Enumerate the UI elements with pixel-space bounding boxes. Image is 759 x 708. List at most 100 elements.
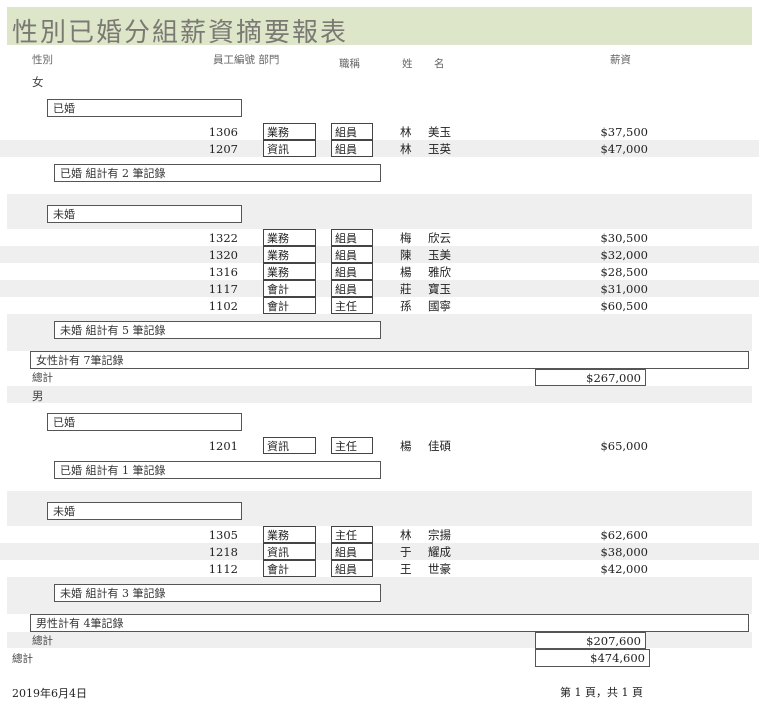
last-name: 林 xyxy=(400,124,412,139)
header-job: 職稱 xyxy=(339,58,360,70)
first-name: 欣云 xyxy=(428,230,451,245)
employee-id: 1102 xyxy=(208,298,238,313)
header-first-name: 名 xyxy=(434,58,445,70)
first-name: 玉美 xyxy=(428,247,451,262)
department: 資訊 xyxy=(263,140,316,157)
job-title: 組員 xyxy=(331,280,373,297)
job-title: 組員 xyxy=(331,560,373,577)
gender-label: 男 xyxy=(32,389,44,403)
gender-summary: 男性計有 4筆記錄 xyxy=(30,614,749,632)
department: 業務 xyxy=(263,123,316,140)
table-row: 1112 會計 組員 王 世豪 $42,000 xyxy=(0,560,759,577)
header-gender: 性別 xyxy=(32,54,53,66)
first-name: 佳碩 xyxy=(428,438,451,453)
salary: $65,000 xyxy=(600,438,648,453)
first-name: 玉英 xyxy=(428,141,451,156)
last-name: 王 xyxy=(400,561,412,576)
job-title: 主任 xyxy=(331,437,373,454)
last-name: 林 xyxy=(400,527,412,542)
employee-id: 1316 xyxy=(208,264,238,279)
table-row: 1305 業務 主任 林 宗揚 $62,600 xyxy=(0,526,759,543)
salary: $62,600 xyxy=(600,527,648,542)
first-name: 耀成 xyxy=(428,544,451,559)
job-title: 組員 xyxy=(331,263,373,280)
table-row: 1320 業務 組員 陳 玉美 $32,000 xyxy=(0,246,759,263)
salary: $47,000 xyxy=(600,141,648,156)
department: 會計 xyxy=(263,560,316,577)
department: 業務 xyxy=(263,246,316,263)
salary: $60,500 xyxy=(600,298,648,313)
first-name: 寶玉 xyxy=(428,281,451,296)
group-summary: 已婚 組計有 1 筆記錄 xyxy=(54,461,381,479)
last-name: 林 xyxy=(400,141,412,156)
table-row: 1306 業務 組員 林 美玉 $37,500 xyxy=(0,123,759,140)
table-row: 1207 資訊 組員 林 玉英 $47,000 xyxy=(0,140,759,157)
report-title: 性別已婚分組薪資摘要報表 xyxy=(12,18,349,48)
employee-id: 1305 xyxy=(208,527,238,542)
salary: $28,500 xyxy=(600,264,648,279)
table-row: 1322 業務 組員 梅 欣云 $30,500 xyxy=(0,229,759,246)
employee-id: 1320 xyxy=(208,247,238,262)
salary: $38,000 xyxy=(600,544,648,559)
gender-summary: 女性計有 7筆記錄 xyxy=(30,351,749,369)
department: 資訊 xyxy=(263,437,316,454)
department: 資訊 xyxy=(263,543,316,560)
department: 業務 xyxy=(263,263,316,280)
header-last-name: 姓 xyxy=(402,58,413,70)
last-name: 莊 xyxy=(400,281,412,296)
subtotal-value: $207,600 xyxy=(535,632,646,649)
table-row: 1316 業務 組員 楊 雅欣 $28,500 xyxy=(0,263,759,280)
job-title: 主任 xyxy=(331,297,373,314)
first-name: 國寧 xyxy=(428,298,451,313)
table-row: 1102 會計 主任 孫 國寧 $60,500 xyxy=(0,297,759,314)
salary: $32,000 xyxy=(600,247,648,262)
unmarried-group-header: 未婚 xyxy=(47,502,242,520)
table-row: 1117 會計 組員 莊 寶玉 $31,000 xyxy=(0,280,759,297)
last-name: 楊 xyxy=(400,264,412,279)
unmarried-group-header: 未婚 xyxy=(47,205,242,223)
job-title: 組員 xyxy=(331,246,373,263)
first-name: 宗揚 xyxy=(428,527,451,542)
department: 業務 xyxy=(263,526,316,543)
header-emp-dept: 員工編號 部門 xyxy=(213,54,280,66)
salary: $37,500 xyxy=(600,124,648,139)
department: 會計 xyxy=(263,297,316,314)
salary: $30,500 xyxy=(600,230,648,245)
first-name: 雅欣 xyxy=(428,264,451,279)
group-summary: 未婚 組計有 5 筆記錄 xyxy=(54,321,381,339)
header-salary: 薪資 xyxy=(610,54,631,66)
report-date: 2019年6月4日 xyxy=(12,687,87,700)
table-row: 1218 資訊 組員 于 耀成 $38,000 xyxy=(0,543,759,560)
last-name: 楊 xyxy=(400,438,412,453)
employee-id: 1322 xyxy=(208,230,238,245)
department: 會計 xyxy=(263,280,316,297)
last-name: 孫 xyxy=(400,298,412,313)
subtotal-label: 總計 xyxy=(32,372,53,384)
last-name: 于 xyxy=(400,544,412,559)
department: 業務 xyxy=(263,229,316,246)
job-title: 主任 xyxy=(331,526,373,543)
first-name: 世豪 xyxy=(428,561,451,576)
employee-id: 1207 xyxy=(208,141,238,156)
employee-id: 1306 xyxy=(208,124,238,139)
job-title: 組員 xyxy=(331,140,373,157)
job-title: 組員 xyxy=(331,123,373,140)
last-name: 陳 xyxy=(400,247,412,262)
group-band xyxy=(7,386,752,403)
group-summary: 已婚 組計有 2 筆記錄 xyxy=(54,164,381,182)
subtotal-value: $267,000 xyxy=(535,369,646,386)
gender-label: 女 xyxy=(32,75,44,89)
grand-total-value: $474,600 xyxy=(535,649,650,667)
subtotal-label: 總計 xyxy=(32,635,53,647)
married-group-header: 已婚 xyxy=(47,413,242,431)
job-title: 組員 xyxy=(331,543,373,560)
employee-id: 1218 xyxy=(208,544,238,559)
table-row: 1201 資訊 主任 楊 佳碩 $65,000 xyxy=(0,437,759,454)
salary: $42,000 xyxy=(600,561,648,576)
married-group-header: 已婚 xyxy=(47,99,242,117)
group-summary: 未婚 組計有 3 筆記錄 xyxy=(54,584,381,602)
employee-id: 1112 xyxy=(208,561,238,576)
first-name: 美玉 xyxy=(428,124,451,139)
job-title: 組員 xyxy=(331,229,373,246)
employee-id: 1201 xyxy=(208,438,238,453)
